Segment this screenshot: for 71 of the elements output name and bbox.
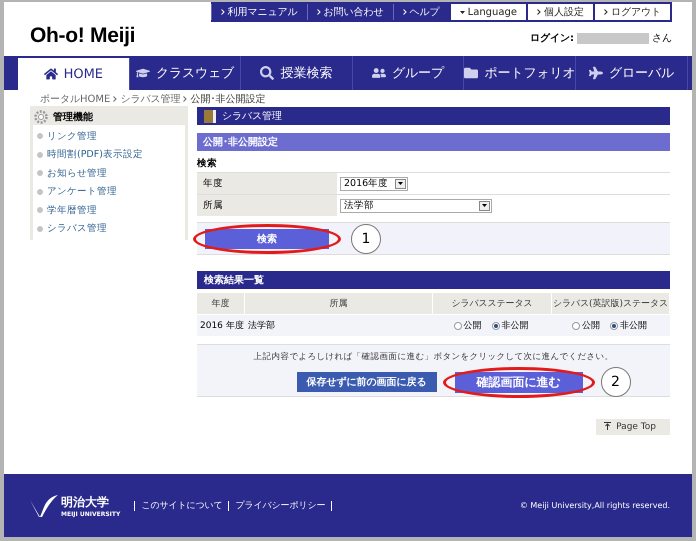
sidebar-link[interactable]: 時間割(PDF)表示設定 [33,146,185,164]
nav-tab[interactable]: 授業検索 [241,56,353,90]
sidebar-link[interactable]: シラバス管理 [33,220,185,238]
graduation-cap-icon [136,66,150,80]
top-link[interactable]: ログアウト [593,4,670,20]
radio-option[interactable]: 公開 [454,319,482,332]
radio-option[interactable]: 公開 [572,319,600,332]
book-icon [204,109,216,123]
radio-option[interactable]: 非公開 [610,319,647,332]
radio-option[interactable]: 非公開 [492,319,528,332]
field-label: 所属 [197,195,337,216]
chevron-icon [183,96,188,102]
home-icon [44,67,58,81]
folder-icon [464,66,478,80]
university-emblem-icon [30,494,58,516]
nav-tab[interactable]: HOME [18,58,130,90]
breadcrumb-link[interactable]: ポータルHOME [40,92,110,106]
table-cell: 法学部 [245,315,433,336]
airplane-icon [589,66,604,80]
footer-link[interactable]: このサイトについて [141,499,222,512]
footer-logo-text: 明治大学 [61,494,110,510]
confirm-button[interactable]: 確認画面に進む [454,372,582,392]
sidebar-title: 管理機能 [53,110,93,124]
column-header: シラバスステータス [433,293,552,314]
top-link[interactable]: 個人設定 [526,4,593,20]
column-header: シラバス(英訳版)ステータス [552,293,670,314]
nav-tab[interactable]: グローバル [576,56,688,90]
back-button[interactable]: 保存せずに前の画面に戻る [296,372,436,392]
breadcrumb-link[interactable]: 公開･非公開設定 [190,92,266,106]
select-field[interactable]: 2016年度 [340,176,408,190]
redacted-name [577,32,649,44]
section-title: シラバス管理 [222,110,282,123]
chevron-icon [113,96,118,102]
caret-icon [482,204,487,207]
caret-icon [398,182,403,185]
search-icon [260,66,274,80]
chevron-icon [316,9,321,15]
search-heading: 検索 [197,157,218,170]
results-title: 検索結果一覧 [197,271,670,289]
login-label: ログイン: [530,32,574,45]
footer-link[interactable]: プライバシーポリシー [235,499,326,512]
column-header: 所属 [245,293,433,314]
page-top-button[interactable]: Page Top [596,419,670,435]
sidebar-link[interactable]: リンク管理 [33,127,185,146]
select-field[interactable]: 法学部 [340,198,492,212]
sidebar-link[interactable]: 学年暦管理 [33,201,185,220]
site-logo[interactable]: Oh-o! Meiji [30,24,136,56]
sidebar-link[interactable]: お知らせ管理 [33,164,185,182]
top-link[interactable]: Language [448,4,526,20]
caret-icon [460,10,465,14]
search-button[interactable]: 検索 [205,228,329,248]
step-marker: 2 [600,367,630,397]
people-icon [372,66,386,80]
nav-tab[interactable]: ポートフォリオ [464,56,576,90]
chevron-icon [604,9,608,15]
copyright-text: © Meiji University,All rights reserved. [520,501,670,510]
chevron-icon [220,9,225,15]
table-cell: 2016 年度 [197,315,245,336]
sidebar-link[interactable]: アンケート管理 [33,182,185,201]
instruction-text: 上記内容でよろしければ「確認画面に進む」ボタンをクリックして次に進んでください。 [254,351,614,363]
breadcrumb-link[interactable]: シラバス管理 [120,92,180,106]
nav-tab[interactable]: クラスウェブ [130,56,242,90]
chevron-icon [402,9,407,15]
field-label: 年度 [197,173,337,194]
column-header: 年度 [197,293,245,314]
arrow-up-icon [604,422,612,430]
chevron-icon [537,9,541,15]
subsection-title: 公開･非公開設定 [197,133,670,151]
login-suffix: さん [652,32,672,45]
step-marker: 1 [351,224,381,254]
nav-tab[interactable]: グループ [352,56,464,90]
